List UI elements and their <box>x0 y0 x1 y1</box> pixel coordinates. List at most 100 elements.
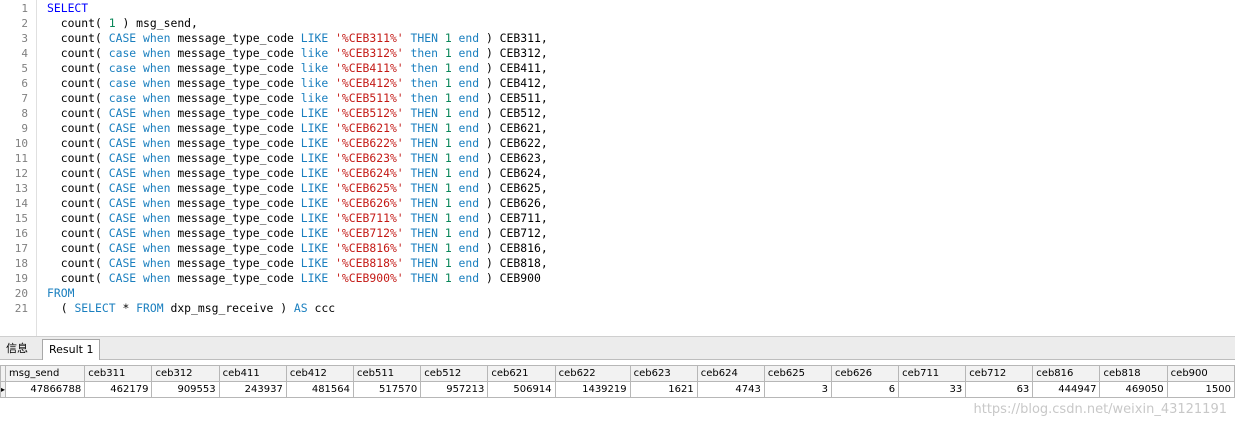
cell-ceb312[interactable]: 909553 <box>151 381 220 398</box>
column-header-ceb621[interactable]: ceb621 <box>487 365 556 382</box>
column-header-ceb311[interactable]: ceb311 <box>84 365 153 382</box>
line-number: 8 <box>21 107 28 120</box>
line-number: 17 <box>14 242 28 255</box>
cell-ceb626[interactable]: 6 <box>830 381 900 398</box>
column-header-ceb312[interactable]: ceb312 <box>151 365 220 382</box>
column-header-ceb622[interactable]: ceb622 <box>554 365 631 382</box>
cell-ceb818[interactable]: 469050 <box>1099 381 1168 398</box>
code-line: 11 count( CASE when message_type_code LI… <box>15 151 548 166</box>
grid-header-row: msg_send ceb311 ceb312 ceb411 ceb412 ceb511 ce… <box>0 365 1235 382</box>
cell-ceb622[interactable]: 1439219 <box>554 381 631 398</box>
code-text: count( CASE when message_type_code LIKE … <box>47 271 541 285</box>
column-header-ceb711[interactable]: ceb711 <box>898 365 967 382</box>
code-text: count( case when message_type_code like … <box>47 76 548 90</box>
cell-ceb900[interactable]: 1500 <box>1166 381 1235 398</box>
code-text: count( CASE when message_type_code LIKE … <box>47 211 548 225</box>
line-number: 13 <box>14 182 28 195</box>
line-number: 15 <box>14 212 28 225</box>
cell-ceb712[interactable]: 63 <box>965 381 1034 398</box>
line-number: 3 <box>21 32 28 45</box>
cell-ceb623[interactable]: 1621 <box>629 381 698 398</box>
cell-ceb816[interactable]: 444947 <box>1032 381 1101 398</box>
code-line: 6 count( case when message_type_code lik… <box>21 76 548 91</box>
cell-ceb711[interactable]: 33 <box>898 381 967 398</box>
code-area[interactable]: 1 SELECT 2 count( 1 ) msg_send, 3 count( CA… <box>15 1 548 316</box>
cell-ceb621[interactable]: 506914 <box>487 381 556 398</box>
line-number: 16 <box>14 227 28 240</box>
code-line: 16 count( CASE when message_type_code LI… <box>15 226 548 241</box>
code-line: 3 count( CASE when message_type_code LIK… <box>21 31 548 46</box>
line-number: 21 <box>14 302 28 315</box>
cell-msg_send[interactable]: 47866788 <box>5 381 86 398</box>
code-text: count( CASE when message_type_code LIKE … <box>47 226 548 240</box>
code-line: 14 count( CASE when message_type_code LI… <box>15 196 548 211</box>
line-number: 14 <box>14 197 28 210</box>
code-text: count( CASE when message_type_code LIKE … <box>47 136 548 150</box>
column-header-ceb511[interactable]: ceb511 <box>353 365 422 382</box>
code-text: count( CASE when message_type_code LIKE … <box>47 151 548 165</box>
line-number: 4 <box>21 47 28 60</box>
code-text: count( CASE when message_type_code LIKE … <box>47 31 548 45</box>
column-header-ceb412[interactable]: ceb412 <box>285 365 355 382</box>
column-header-ceb512[interactable]: ceb512 <box>420 365 489 382</box>
code-line: 5 count( case when message_type_code lik… <box>21 61 548 76</box>
code-text: ( SELECT * FROM dxp_msg_receive ) AS ccc <box>47 301 336 315</box>
code-line: 9 count( CASE when message_type_code LIK… <box>21 121 548 136</box>
cell-ceb412[interactable]: 481564 <box>285 381 355 398</box>
line-number: 6 <box>21 77 28 90</box>
code-text: count( CASE when message_type_code LIKE … <box>47 166 548 180</box>
line-number: 10 <box>14 137 28 150</box>
code-text: FROM <box>47 286 75 300</box>
code-text: count( case when message_type_code like … <box>47 61 548 75</box>
code-text: count( CASE when message_type_code LIKE … <box>47 196 548 210</box>
cell-ceb411[interactable]: 243937 <box>218 381 287 398</box>
column-header-ceb626[interactable]: ceb626 <box>830 365 900 382</box>
line-number: 18 <box>14 257 28 270</box>
result-grid[interactable]: msg_send ceb311 ceb312 ceb411 ceb412 ceb511 ce… <box>0 365 1235 398</box>
column-header-ceb625[interactable]: ceb625 <box>763 365 832 382</box>
tab-info[interactable]: 信息 <box>0 339 34 358</box>
column-header-msg_send[interactable]: msg_send <box>5 365 86 382</box>
code-text: count( case when message_type_code like … <box>47 46 548 60</box>
cell-ceb311[interactable]: 462179 <box>84 381 153 398</box>
line-number: 2 <box>21 17 28 30</box>
line-number: 19 <box>14 272 28 285</box>
code-line: 10 count( CASE when message_type_code LI… <box>15 136 548 151</box>
code-text: count( CASE when message_type_code LIKE … <box>47 256 548 270</box>
line-number: 1 <box>21 2 28 15</box>
code-text: count( CASE when message_type_code LIKE … <box>47 106 548 120</box>
line-number: 11 <box>14 152 28 165</box>
code-text: count( 1 ) msg_send, <box>47 16 198 30</box>
code-line: 19 count( CASE when message_type_code LI… <box>15 271 548 286</box>
cell-ceb512[interactable]: 957213 <box>420 381 489 398</box>
column-header-ceb816[interactable]: ceb816 <box>1032 365 1101 382</box>
code-text: count( CASE when message_type_code LIKE … <box>47 121 548 135</box>
cell-ceb511[interactable]: 517570 <box>353 381 422 398</box>
column-header-ceb712[interactable]: ceb712 <box>965 365 1034 382</box>
code-line: 8 count( CASE when message_type_code LIK… <box>21 106 548 121</box>
code-line: 15 count( CASE when message_type_code LI… <box>15 211 548 226</box>
line-number: 5 <box>21 62 28 75</box>
column-header-ceb623[interactable]: ceb623 <box>629 365 698 382</box>
tab-result-1[interactable]: Result 1 <box>42 339 101 360</box>
code-text: count( CASE when message_type_code LIKE … <box>47 181 548 195</box>
code-text: count( CASE when message_type_code LIKE … <box>47 241 548 255</box>
cell-ceb625[interactable]: 3 <box>763 381 832 398</box>
code-line: 13 count( CASE when message_type_code LI… <box>15 181 548 196</box>
line-number: 20 <box>14 287 28 300</box>
column-header-ceb624[interactable]: ceb624 <box>696 365 765 382</box>
code-line: 21 ( SELECT * FROM dxp_msg_receive ) AS … <box>15 301 548 316</box>
column-header-ceb411[interactable]: ceb411 <box>218 365 287 382</box>
cell-ceb624[interactable]: 4743 <box>696 381 765 398</box>
table-row[interactable]: ▸ 47866788 462179 909553 243937 481564 517570 9… <box>0 381 1235 398</box>
code-line: 18 count( CASE when message_type_code LI… <box>15 256 548 271</box>
sql-editor[interactable]: 1 SELECT 2 count( 1 ) msg_send, 3 count( CA… <box>0 0 1235 337</box>
code-line: 17 count( CASE when message_type_code LI… <box>15 241 548 256</box>
line-number: 9 <box>21 122 28 135</box>
code-text: SELECT <box>47 1 89 15</box>
column-header-ceb818[interactable]: ceb818 <box>1099 365 1168 382</box>
code-line: 2 count( 1 ) msg_send, <box>21 16 548 31</box>
code-line: 1 SELECT <box>21 1 548 16</box>
column-header-ceb900[interactable]: ceb900 <box>1166 365 1235 382</box>
watermark-url: https://blog.csdn.net/weixin_43121191 <box>973 402 1227 417</box>
